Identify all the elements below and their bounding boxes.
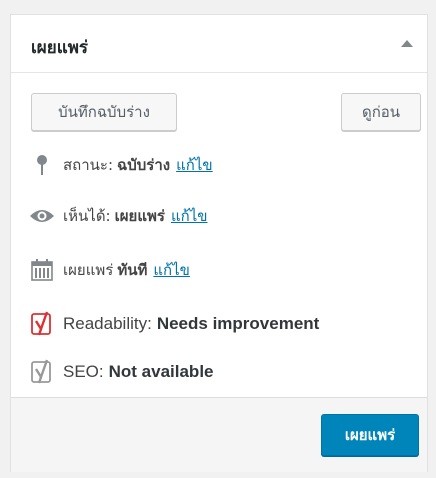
publish-box-header[interactable]: เผยแพร่ xyxy=(11,15,427,73)
publish-box-title: เผยแพร่ xyxy=(31,38,89,58)
edit-publish-time-link[interactable]: แก้ไข xyxy=(153,258,190,282)
publish-time-value: ทันที xyxy=(117,261,148,279)
readability-label: Readability: xyxy=(63,314,152,333)
yoast-seo-icon xyxy=(27,359,57,385)
yoast-readability-icon xyxy=(27,311,57,337)
status-value: ฉบับร่าง xyxy=(117,156,171,174)
visibility-row: เห็นได้: เผยแพร่ แก้ไข xyxy=(27,203,208,229)
eye-icon xyxy=(27,203,57,229)
calendar-icon xyxy=(27,257,57,283)
readability-row: Readability: Needs improvement xyxy=(27,311,319,337)
edit-visibility-link[interactable]: แก้ไข xyxy=(171,204,208,228)
preview-button[interactable]: ดูก่อน xyxy=(341,93,421,131)
visibility-label: เห็นได้: xyxy=(63,207,111,225)
seo-label: SEO: xyxy=(63,362,104,381)
publish-time-row: เผยแพร่ ทันที แก้ไข xyxy=(27,257,190,283)
seo-value: Not available xyxy=(108,362,214,381)
edit-status-link[interactable]: แก้ไข xyxy=(176,153,213,177)
publish-button[interactable]: เผยแพร่ xyxy=(321,414,419,456)
publish-time-label: เผยแพร่ xyxy=(63,261,114,279)
save-draft-button[interactable]: บันทึกฉบับร่าง xyxy=(31,93,177,131)
seo-row: SEO: Not available xyxy=(27,359,214,385)
status-label: สถานะ: xyxy=(63,156,114,174)
publish-box: เผยแพร่ บันทึกฉบับร่าง ดูก่อน สถานะ: ฉบั… xyxy=(10,14,428,472)
visibility-value: เผยแพร่ xyxy=(114,207,165,225)
readability-value: Needs improvement xyxy=(156,314,320,333)
status-row: สถานะ: ฉบับร่าง แก้ไข xyxy=(27,152,213,178)
publish-actions-footer: เผยแพร่ xyxy=(11,397,427,472)
pin-icon xyxy=(27,152,57,178)
collapse-arrow-icon[interactable] xyxy=(401,40,413,47)
